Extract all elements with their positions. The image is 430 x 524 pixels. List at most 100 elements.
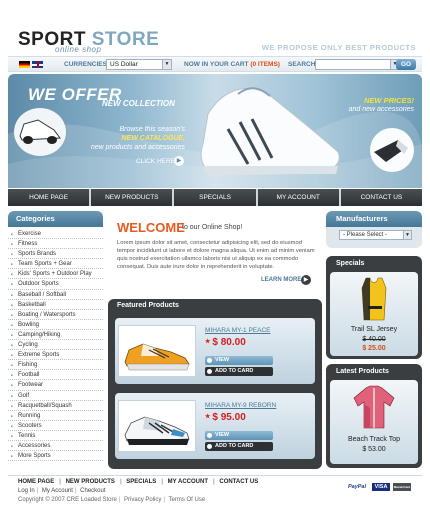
latest-product-name[interactable]: Beach Track Top [330, 436, 418, 443]
new-accessories-text: and new accessories [348, 106, 414, 113]
privacy-policy-link[interactable]: Privacy Policy [124, 497, 161, 503]
separator: | [163, 497, 165, 503]
product-price: ★ $ 95.00 [205, 412, 246, 423]
product-image[interactable] [118, 400, 196, 452]
footer-checkout-link[interactable]: Checkout [80, 488, 105, 494]
arrow-right-icon[interactable]: ▶ [301, 275, 311, 285]
manufacturer-select-value: - Please Select - [343, 232, 388, 238]
view-button[interactable]: VIEW [205, 356, 273, 365]
jersey-icon [361, 277, 387, 321]
currencies-label: CURRENCIES: [64, 61, 110, 68]
add-to-cart-button[interactable]: ADD TO CARD [205, 367, 273, 376]
product-price-value: $ 80.00 [212, 337, 246, 348]
category-link[interactable]: Football [8, 370, 103, 381]
category-link[interactable]: Running [8, 411, 103, 421]
mastercard-logo: MasterCard [393, 483, 411, 491]
category-link[interactable]: Baseball / Softball [8, 290, 103, 300]
category-link[interactable]: More Sports [8, 451, 103, 462]
footer-my-account-link[interactable]: My Account [42, 488, 73, 494]
tagline: WE PROPOSE ONLY BEST PRODUCTS [261, 43, 416, 52]
top-bar: CURRENCIES: US Dollar ▼ NOW IN YOUR CART… [8, 56, 422, 72]
footer-nav-home[interactable]: HOME PAGE [18, 479, 54, 485]
arrow-right-icon[interactable]: ▶ [174, 156, 184, 166]
category-link[interactable]: Cycling [8, 340, 103, 351]
terms-of-use-link[interactable]: Terms Of Use [169, 497, 206, 503]
category-link[interactable]: Exercise [8, 229, 103, 240]
view-button[interactable]: VIEW [205, 431, 273, 440]
track-top-icon [353, 385, 395, 429]
category-link[interactable]: Golf [8, 391, 103, 401]
star-icon: ★ [205, 339, 211, 345]
chevron-down-icon: ▼ [403, 231, 411, 239]
nav-my-account[interactable]: MY ACCOUNT [257, 189, 341, 206]
category-link[interactable]: Boating / Watersports [8, 310, 103, 320]
welcome-title: WELCOME [117, 220, 185, 235]
footer-copyright: Copyright © 2007 CRE Loaded Store | Priva… [18, 497, 205, 503]
category-link[interactable]: Racquetball/Squash [8, 401, 103, 411]
categories-header: Categories [8, 211, 103, 227]
english-flag-icon[interactable] [32, 61, 43, 68]
product-price-value: $ 95.00 [212, 412, 246, 423]
cart-icon [207, 444, 212, 449]
footer-nav-new-products[interactable]: NEW PRODUCTS [66, 479, 115, 485]
category-link[interactable]: Bowling [8, 320, 103, 330]
view-button-label: VIEW [215, 357, 230, 363]
new-prices-callout: NEW PRICES! and new accessories [340, 96, 414, 114]
search-go-button[interactable]: GO [396, 59, 416, 70]
learn-more-link[interactable]: LEARN MORE [261, 277, 301, 283]
category-link[interactable]: Camping/Hiking [8, 330, 103, 341]
nav-new-products[interactable]: NEW PRODUCTS [91, 189, 175, 206]
specials-new-price: $ 25.00 [362, 345, 386, 352]
footer-nav-contact-us[interactable]: CONTACT US [219, 479, 258, 485]
specials-old-price: $ 40.00 [362, 336, 386, 343]
view-button-label: VIEW [215, 432, 230, 438]
category-link[interactable]: Outdoor Sports [8, 279, 103, 290]
separator: | [213, 479, 215, 485]
category-link[interactable]: Tennis [8, 431, 103, 441]
footer-login-link[interactable]: Log In [18, 488, 35, 494]
category-link[interactable]: Fitness [8, 239, 103, 250]
search-input[interactable]: ▼ [315, 59, 400, 70]
browse-highlight: NEW CATALOGUE, [121, 135, 185, 142]
browse-line-1: Browse this season's [119, 126, 185, 133]
specials-card[interactable] [330, 272, 418, 356]
cart-status[interactable]: NOW IN YOUR CART (0 ITEMS) [184, 61, 280, 68]
view-icon [207, 358, 212, 363]
manufacturer-select[interactable]: - Please Select - ▼ [339, 230, 412, 240]
categories-list: Exercise Fitness Sports Brands Team Spor… [8, 229, 103, 462]
shoe-icon [124, 343, 190, 371]
add-to-cart-button[interactable]: ADD TO CARD [205, 442, 273, 451]
product-name-link[interactable]: MIHARA MY-9 REBORN [205, 402, 276, 409]
cart-item-count: (0 ITEMS) [250, 61, 280, 68]
category-link[interactable]: Sports Brands [8, 249, 103, 260]
cart-label: NOW IN YOUR CART [184, 61, 249, 68]
currency-select-value: US Dollar [110, 61, 138, 68]
click-here-link[interactable]: CLICK HERE [136, 158, 175, 165]
specials-product-name[interactable]: Trail SL Jersey [330, 326, 418, 333]
logo-subtitle: online shop [55, 45, 102, 54]
view-icon [207, 433, 212, 438]
category-link[interactable]: Footwear [8, 380, 103, 391]
nav-contact-us[interactable]: CONTACT US [340, 189, 423, 206]
category-link[interactable]: Extreme Sports [8, 350, 103, 361]
star-icon: ★ [205, 414, 211, 420]
category-link[interactable]: Basketball [8, 300, 103, 310]
german-flag-icon[interactable] [19, 61, 30, 68]
nav-home[interactable]: HOME PAGE [8, 189, 92, 206]
currency-select[interactable]: US Dollar ▼ [106, 59, 172, 70]
nav-specials[interactable]: SPECIALS [174, 189, 258, 206]
latest-product-price: $ 53.00 [362, 446, 386, 453]
product-image[interactable] [118, 325, 196, 377]
new-prices-text: NEW PRICES! [363, 96, 414, 105]
specials-title: Specials [336, 260, 365, 267]
footer-nav-specials[interactable]: SPECIALS [126, 479, 156, 485]
category-link[interactable]: Scooters [8, 421, 103, 431]
category-link[interactable]: Accessories [8, 441, 103, 452]
category-link[interactable]: Fishing [8, 360, 103, 371]
product-name-link[interactable]: MIHARA MY-1 PEACE [205, 327, 271, 334]
category-link[interactable]: Team Sports + Gear [8, 259, 103, 270]
category-link[interactable]: Kids' Sports + Outdoor Play [8, 269, 103, 280]
browse-line-3: new products and accessories [90, 144, 185, 151]
footer-divider [8, 475, 422, 476]
footer-nav-my-account[interactable]: MY ACCOUNT [168, 479, 208, 485]
